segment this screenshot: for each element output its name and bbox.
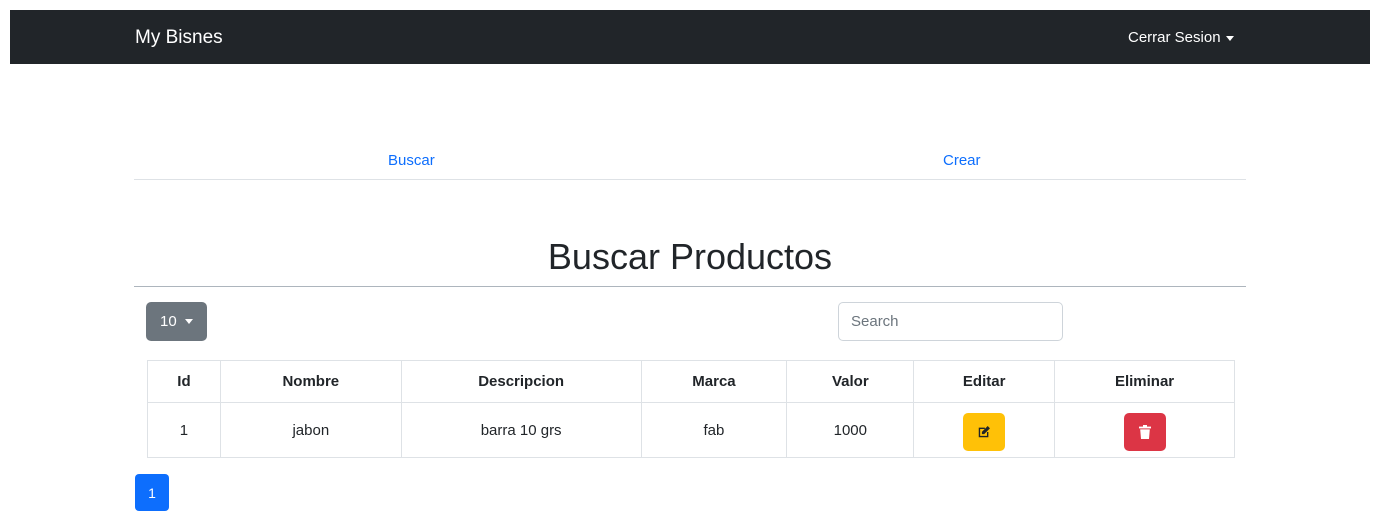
column-header-id[interactable]: Id [147,360,221,403]
tab-buscar[interactable]: Buscar [388,152,435,170]
cell-id: 1 [147,402,221,458]
caret-down-icon [1225,35,1234,41]
cell-editar [913,402,1056,458]
column-header-descripcion[interactable]: Descripcion [400,360,642,403]
top-navbar: My Bisnes Cerrar Sesion [10,10,1370,64]
page-length-value: 10 [160,313,177,330]
page-title: Buscar Productos [134,233,1246,287]
page-length-dropdown[interactable]: 10 [146,302,207,341]
cell-descripcion: barra 10 grs [400,402,642,458]
tab-crear[interactable]: Crear [943,152,981,170]
column-header-editar: Editar [913,360,1056,403]
column-header-marca[interactable]: Marca [640,360,788,403]
caret-down-icon [184,319,193,324]
trash-icon [1138,425,1151,439]
column-header-valor[interactable]: Valor [786,360,915,403]
column-header-eliminar: Eliminar [1054,360,1235,403]
edit-button[interactable] [963,413,1006,451]
pagination-page-1[interactable]: 1 [135,474,169,511]
cell-nombre: jabon [219,402,402,458]
search-input[interactable] [838,302,1063,341]
cell-marca: fab [640,402,788,458]
delete-button[interactable] [1123,413,1166,451]
logout-dropdown[interactable]: Cerrar Sesion [1128,28,1234,48]
edit-icon [978,426,991,438]
table-header-row: Id Nombre Descripcion Marca Valor Editar… [147,360,1235,403]
table-row: 1 jabon barra 10 grs fab 1000 [147,402,1235,458]
products-table: Id Nombre Descripcion Marca Valor Editar… [147,360,1235,458]
cell-eliminar [1054,402,1235,458]
logout-dropdown-label: Cerrar Sesion [1128,29,1221,46]
nav-tabs: Buscar Crear [134,140,1246,180]
cell-valor: 1000 [786,402,915,458]
column-header-nombre[interactable]: Nombre [219,360,402,403]
navbar-brand[interactable]: My Bisnes [135,26,223,50]
